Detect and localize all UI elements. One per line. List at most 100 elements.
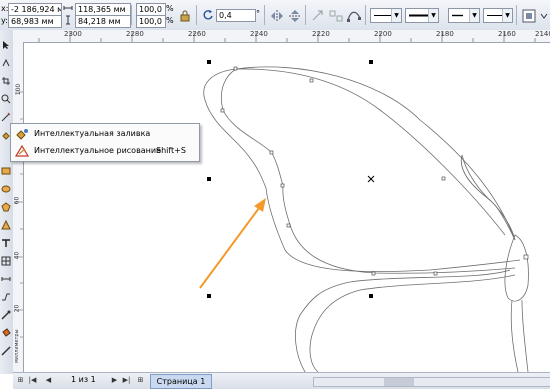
chevron-down-icon: ▼ <box>469 9 479 22</box>
previous-page-icon[interactable]: ◀ <box>43 375 54 386</box>
toolbox <box>0 30 14 374</box>
freehand-tool-icon[interactable] <box>1 112 11 122</box>
smart-fill-icon <box>15 128 29 143</box>
more-options-icon[interactable] <box>538 8 550 24</box>
dimension-tool-icon[interactable] <box>1 274 11 284</box>
page-nav-icon[interactable]: ⊞ <box>15 375 26 386</box>
orange-annotation-arrow <box>199 198 266 289</box>
antenna-curve <box>460 154 516 241</box>
add-page-icon[interactable]: ⊞ <box>135 375 146 386</box>
last-page-icon[interactable]: ▶| <box>121 375 132 386</box>
wing-curve-inner <box>220 68 516 274</box>
scrollbar-thumb[interactable] <box>384 378 414 386</box>
degree-label: ° <box>256 9 260 18</box>
mirror-vertical-icon[interactable] <box>286 7 304 25</box>
ruler-label: 2180 <box>436 30 454 38</box>
ruler-label: 100 <box>15 83 23 96</box>
combine-icon[interactable] <box>309 7 327 25</box>
chevron-down-icon: ▼ <box>502 9 512 22</box>
smart-tools-flyout: Интеллектуальная заливка Интеллектуально… <box>10 123 200 162</box>
y-label: y: <box>1 16 8 25</box>
wing-curve-top <box>235 66 516 241</box>
lock-ratio-icon[interactable] <box>178 9 192 23</box>
vertical-ruler[interactable]: 100 80 60 40 20 миллиметры <box>13 42 24 372</box>
property-bar: x: -2 186,924 мм y: 68,983 мм 118,365 мм… <box>0 0 550 31</box>
outline-tool-icon[interactable] <box>1 346 11 356</box>
fill-tool-icon[interactable] <box>1 328 11 338</box>
curve-objects <box>203 66 529 372</box>
smart-drawing-icon <box>14 144 30 160</box>
ruler-label: 2240 <box>250 30 268 38</box>
ruler-ticks <box>38 32 536 42</box>
text-tool-icon[interactable] <box>1 238 11 248</box>
chevron-down-icon: ▼ <box>428 9 438 22</box>
menu-item-smart-fill[interactable]: Интеллектуальная заливка <box>12 126 198 142</box>
tail-curve <box>510 299 529 372</box>
height-field[interactable]: 84,218 мм <box>75 15 131 28</box>
connector-tool-icon[interactable] <box>1 292 11 302</box>
selection-center-marker <box>367 175 375 183</box>
start-arrow-dropdown[interactable]: ▼ <box>405 8 439 23</box>
break-apart-icon[interactable] <box>327 7 345 25</box>
separator <box>196 5 197 25</box>
menu-item-smart-drawing[interactable]: Интеллектуальное рисование Shift+S <box>12 143 198 159</box>
horizontal-scrollbar[interactable] <box>313 377 550 387</box>
ruler-units-label: миллиметры <box>14 329 20 363</box>
ruler-label: 2200 <box>374 30 392 38</box>
rectangle-tool-icon[interactable] <box>1 166 11 176</box>
polygon-tool-icon[interactable] <box>1 202 11 212</box>
tab-page-1[interactable]: Страница 1 <box>150 374 212 389</box>
curve-nodes <box>220 66 529 276</box>
crop-tool-icon[interactable] <box>1 76 11 86</box>
lower-wing-curve-2 <box>309 274 516 372</box>
eyedropper-tool-icon[interactable] <box>1 310 11 320</box>
ruler-label: 40 <box>13 251 21 260</box>
wing-curve-top2 <box>235 68 506 236</box>
page-navigator: ⊞ |◀ ◀ 1 из 1 ▶ ▶| ⊞ Страница 1 <box>13 372 550 389</box>
rotate-icon <box>202 9 214 23</box>
separator <box>365 5 366 25</box>
width-icon <box>63 3 73 15</box>
separator <box>131 5 132 25</box>
ruler-label: 2300 <box>64 30 82 38</box>
ruler-label: 60 <box>13 196 21 205</box>
zoom-tool-icon[interactable] <box>1 94 11 104</box>
height-icon <box>63 15 73 27</box>
basic-shapes-tool-icon[interactable] <box>1 219 11 230</box>
percent-label-x: % <box>166 4 174 13</box>
drawing-canvas[interactable] <box>24 43 550 372</box>
outline-width-dropdown[interactable]: ▼ <box>370 8 402 23</box>
page-count: 1 из 1 <box>71 375 96 384</box>
ruler-label: 2260 <box>188 30 206 38</box>
rotation-field[interactable]: 0,4 <box>216 9 256 22</box>
chevron-down-icon: ▼ <box>391 9 401 22</box>
y-position-field[interactable]: 68,983 мм <box>8 15 62 28</box>
first-page-icon[interactable]: |◀ <box>27 375 38 386</box>
scale-y-field[interactable]: 100,0 <box>136 15 166 28</box>
ruler-label: 2220 <box>312 30 330 38</box>
ellipse-tool-icon[interactable] <box>1 184 11 194</box>
separator <box>264 5 265 25</box>
horizontal-ruler[interactable]: 2300 2280 2260 2240 2220 2200 2180 2160 … <box>13 30 550 43</box>
convert-to-curves-icon[interactable] <box>345 7 363 25</box>
ruler-label: 2280 <box>126 30 144 38</box>
separator <box>516 5 517 25</box>
shape-tool-icon[interactable] <box>1 58 11 68</box>
percent-label-y: % <box>166 16 174 25</box>
end-arrow-dropdown[interactable]: ▼ <box>483 8 513 23</box>
mirror-horizontal-icon[interactable] <box>268 7 286 25</box>
selection-handles <box>207 60 373 298</box>
ruler-label: 20 <box>13 304 21 313</box>
menu-item-shortcut: Shift+S <box>156 146 186 155</box>
menu-item-label: Интеллектуальное рисование <box>34 146 162 155</box>
separator <box>305 5 306 25</box>
next-page-icon[interactable]: ▶ <box>109 375 120 386</box>
ruler-label: 2140 <box>535 30 550 38</box>
table-tool-icon[interactable] <box>1 256 11 266</box>
body-curve <box>504 234 529 302</box>
pick-tool-icon[interactable] <box>1 40 11 50</box>
wrap-text-icon[interactable] <box>521 8 537 24</box>
ruler-label: 2160 <box>498 30 516 38</box>
line-style-dropdown[interactable]: ▼ <box>448 8 480 23</box>
drawing <box>199 60 529 372</box>
